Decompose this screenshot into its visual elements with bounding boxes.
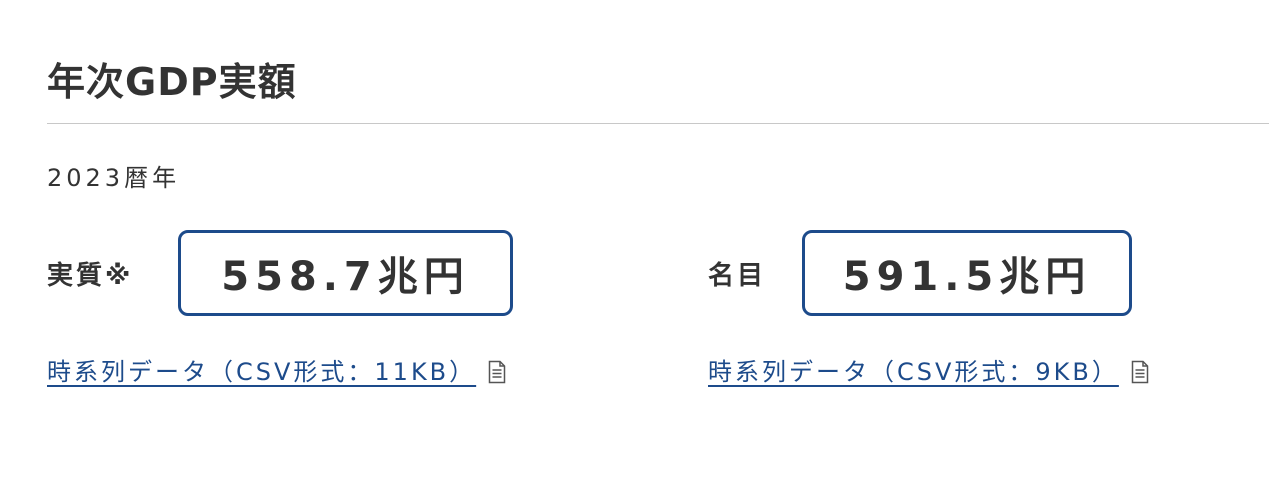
document-icon	[488, 360, 506, 384]
real-gdp-value: 558.7兆円	[178, 230, 513, 316]
year-label: 2023暦年	[47, 164, 181, 192]
nominal-gdp-csv-link-text[interactable]: 時系列データ（CSV形式：9KB）	[708, 354, 1119, 390]
nominal-gdp-label: 名目	[708, 261, 767, 291]
real-gdp-csv-link[interactable]: 時系列データ（CSV形式：11KB）	[47, 354, 506, 390]
nominal-gdp-value: 591.5兆円	[802, 230, 1132, 316]
title-divider	[47, 123, 1269, 124]
page-title: 年次GDP実額	[47, 60, 297, 104]
document-icon	[1131, 360, 1149, 384]
real-gdp-label: 実質※	[47, 261, 134, 291]
nominal-gdp-csv-link[interactable]: 時系列データ（CSV形式：9KB）	[708, 354, 1149, 390]
real-gdp-csv-link-text[interactable]: 時系列データ（CSV形式：11KB）	[47, 354, 476, 390]
